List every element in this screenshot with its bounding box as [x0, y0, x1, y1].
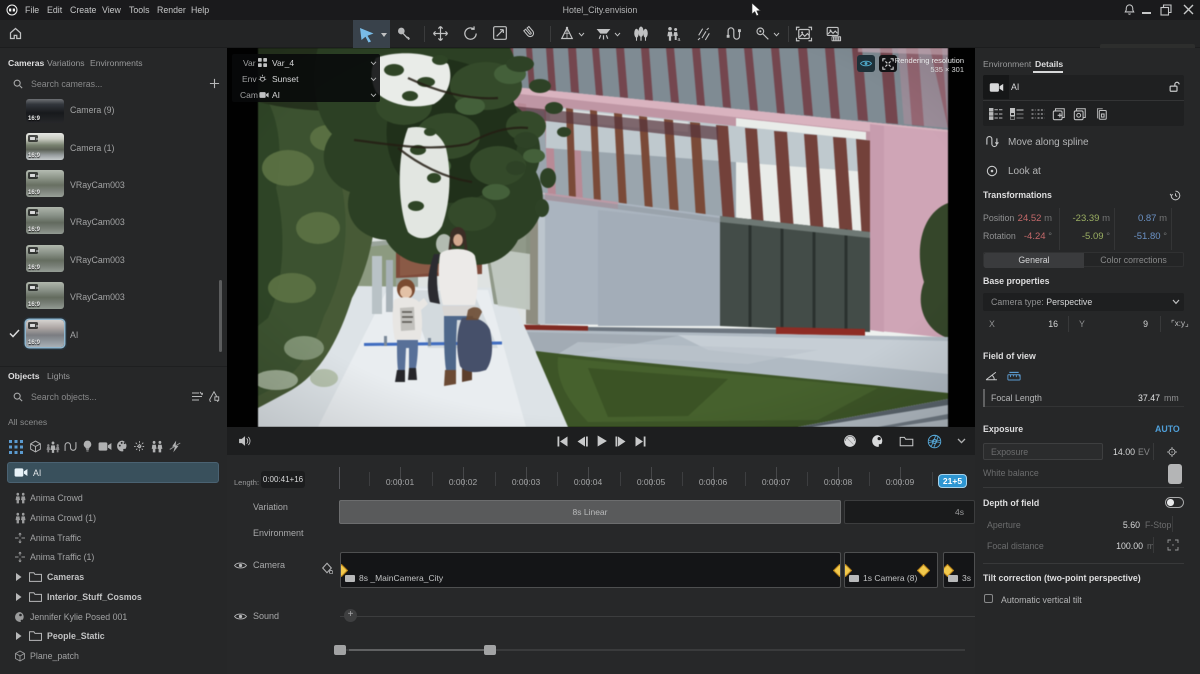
svg-text:a: a: [678, 37, 681, 43]
